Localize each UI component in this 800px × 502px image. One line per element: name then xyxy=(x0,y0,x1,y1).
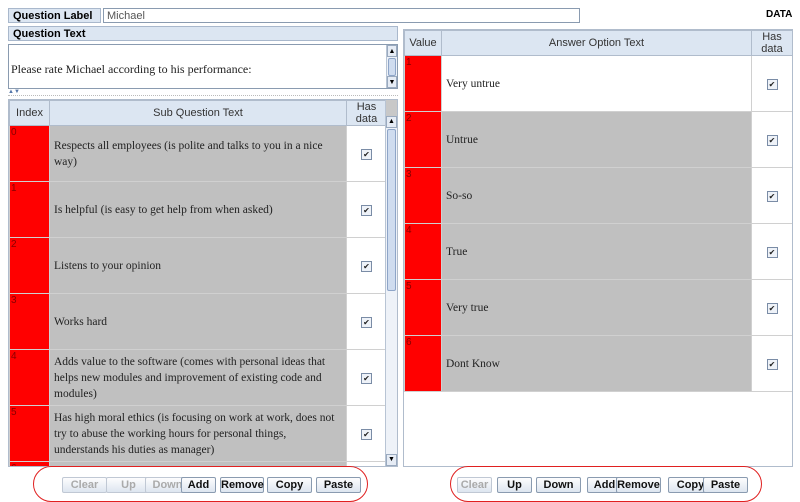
has-data-checkbox[interactable]: ✔ xyxy=(766,358,778,370)
row-value: 5 xyxy=(404,279,442,336)
row-index: 6 xyxy=(9,461,50,466)
row-index: 1 xyxy=(9,181,50,238)
scroll-thumb[interactable] xyxy=(388,58,396,76)
data-label: DATA xyxy=(766,9,793,20)
has-data-cell: ✔ xyxy=(346,349,387,406)
row-value: 1 xyxy=(404,55,442,112)
has-data-cell: ✔ xyxy=(346,237,387,294)
has-data-cell: ✔ xyxy=(346,293,387,350)
splitter-handle[interactable]: ▲▼ xyxy=(8,89,398,96)
row-text[interactable]: Respects all employees (is polite and ta… xyxy=(49,125,347,182)
has-data-checkbox[interactable]: ✔ xyxy=(766,134,778,146)
header-sub-question-text[interactable]: Sub Question Text xyxy=(49,100,347,126)
row-text[interactable]: Adds value to the software (comes with p… xyxy=(49,349,347,406)
has-data-checkbox[interactable]: ✔ xyxy=(766,302,778,314)
has-data-checkbox[interactable]: ✔ xyxy=(361,372,372,384)
scroll-down-icon[interactable]: ▼ xyxy=(387,76,397,88)
has-data-checkbox[interactable]: ✔ xyxy=(766,78,778,90)
row-text[interactable]: True xyxy=(441,223,752,280)
row-text[interactable]: Untrue xyxy=(441,111,752,168)
row-text[interactable]: Works hard xyxy=(49,293,347,350)
header-answer-option-text[interactable]: Answer Option Text xyxy=(441,30,752,56)
table-row[interactable]: 1 Is helpful (is easy to get help from wh… xyxy=(9,181,387,238)
question-label-label: Question Label xyxy=(8,8,101,23)
question-text-scrollbar[interactable]: ▲ ▼ xyxy=(386,45,397,88)
scroll-up-icon[interactable]: ▲ xyxy=(387,45,397,57)
table-row[interactable]: 2 Listens to your opinion ✔ xyxy=(9,237,387,294)
row-text[interactable]: So-so xyxy=(441,167,752,224)
has-data-cell: ✔ xyxy=(751,111,792,168)
row-index: 2 xyxy=(9,237,50,294)
right-remove-button[interactable]: Remove xyxy=(616,477,661,493)
has-data-checkbox[interactable]: ✔ xyxy=(361,148,372,160)
has-data-cell: ✔ xyxy=(751,55,792,112)
table-row[interactable]: 1 Very untrue ✔ xyxy=(404,55,792,112)
row-index: 5 xyxy=(9,405,50,462)
question-text-area[interactable]: Please rate Michael according to his per… xyxy=(8,44,398,89)
table-row[interactable]: 4 True ✔ xyxy=(404,223,792,280)
row-index: 4 xyxy=(9,349,50,406)
question-text-value: Please rate Michael according to his per… xyxy=(11,62,252,76)
sub-question-table: Index Sub Question Text Has data 0 Respec… xyxy=(8,99,398,467)
scroll-up-icon[interactable]: ▲ xyxy=(386,116,397,128)
has-data-cell: ✔ xyxy=(751,335,792,392)
has-data-cell: ✔ xyxy=(751,279,792,336)
left-remove-button[interactable]: Remove xyxy=(220,477,264,493)
has-data-checkbox[interactable]: ✔ xyxy=(361,204,372,216)
scroll-thumb[interactable] xyxy=(387,129,396,291)
row-text[interactable]: Very true xyxy=(441,279,752,336)
row-value: 3 xyxy=(404,167,442,224)
has-data-cell: ✔ xyxy=(346,405,387,462)
table-row[interactable]: 3 Works hard ✔ xyxy=(9,293,387,350)
left-add-button[interactable]: Add xyxy=(181,477,216,493)
has-data-cell: ✔ xyxy=(751,223,792,280)
right-clear-button[interactable]: Clear xyxy=(457,477,492,493)
table-row[interactable]: 5 Has high moral ethics (is focusing on w… xyxy=(9,405,387,462)
table-row[interactable]: 0 Respects all employees (is polite and t… xyxy=(9,125,387,182)
has-data-cell: ✔ xyxy=(751,167,792,224)
table-row[interactable]: 4 Adds value to the software (comes with … xyxy=(9,349,387,406)
table-row[interactable]: 6 Dont Know ✔ xyxy=(404,335,792,392)
row-value: 6 xyxy=(404,335,442,392)
has-data-cell: ✔ xyxy=(346,125,387,182)
left-clear-button[interactable]: Clear xyxy=(62,477,107,493)
question-label-input[interactable]: Michael xyxy=(103,8,580,23)
scroll-down-icon[interactable]: ▼ xyxy=(386,454,397,466)
row-index: 0 xyxy=(9,125,50,182)
has-data-cell: ✔ xyxy=(346,181,387,238)
left-copy-button[interactable]: Copy xyxy=(267,477,312,493)
has-data-checkbox[interactable]: ✔ xyxy=(361,260,372,272)
has-data-checkbox[interactable]: ✔ xyxy=(766,246,778,258)
row-text[interactable]: Dont Know xyxy=(441,335,752,392)
row-text[interactable]: Listens to your opinion xyxy=(49,237,347,294)
question-text-label: Question Text xyxy=(8,26,398,41)
row-value: 4 xyxy=(404,223,442,280)
header-value[interactable]: Value xyxy=(404,30,442,56)
right-down-button[interactable]: Down xyxy=(536,477,581,493)
row-text[interactable]: Is helpful (is easy to get help from whe… xyxy=(49,181,347,238)
has-data-checkbox[interactable]: ✔ xyxy=(766,190,778,202)
header-has-data[interactable]: Has data xyxy=(751,30,792,56)
right-paste-button[interactable]: Paste xyxy=(703,477,748,493)
row-index: 3 xyxy=(9,293,50,350)
left-paste-button[interactable]: Paste xyxy=(316,477,361,493)
table-row[interactable]: 2 Untrue ✔ xyxy=(404,111,792,168)
row-value: 2 xyxy=(404,111,442,168)
row-text[interactable]: Has high moral ethics (is focusing on wo… xyxy=(49,405,347,462)
has-data-checkbox[interactable]: ✔ xyxy=(361,316,372,328)
table-row[interactable]: 5 Very true ✔ xyxy=(404,279,792,336)
header-index[interactable]: Index xyxy=(9,100,50,126)
answer-option-table: Value Answer Option Text Has data 1 Very … xyxy=(403,29,793,467)
table-row[interactable]: 3 So-so ✔ xyxy=(404,167,792,224)
header-has-data[interactable]: Has data xyxy=(346,100,387,126)
has-data-checkbox[interactable]: ✔ xyxy=(361,428,372,440)
sub-question-scrollbar[interactable]: ▲ ▼ xyxy=(385,100,397,466)
right-up-button[interactable]: Up xyxy=(497,477,532,493)
row-text[interactable]: Very untrue xyxy=(441,55,752,112)
